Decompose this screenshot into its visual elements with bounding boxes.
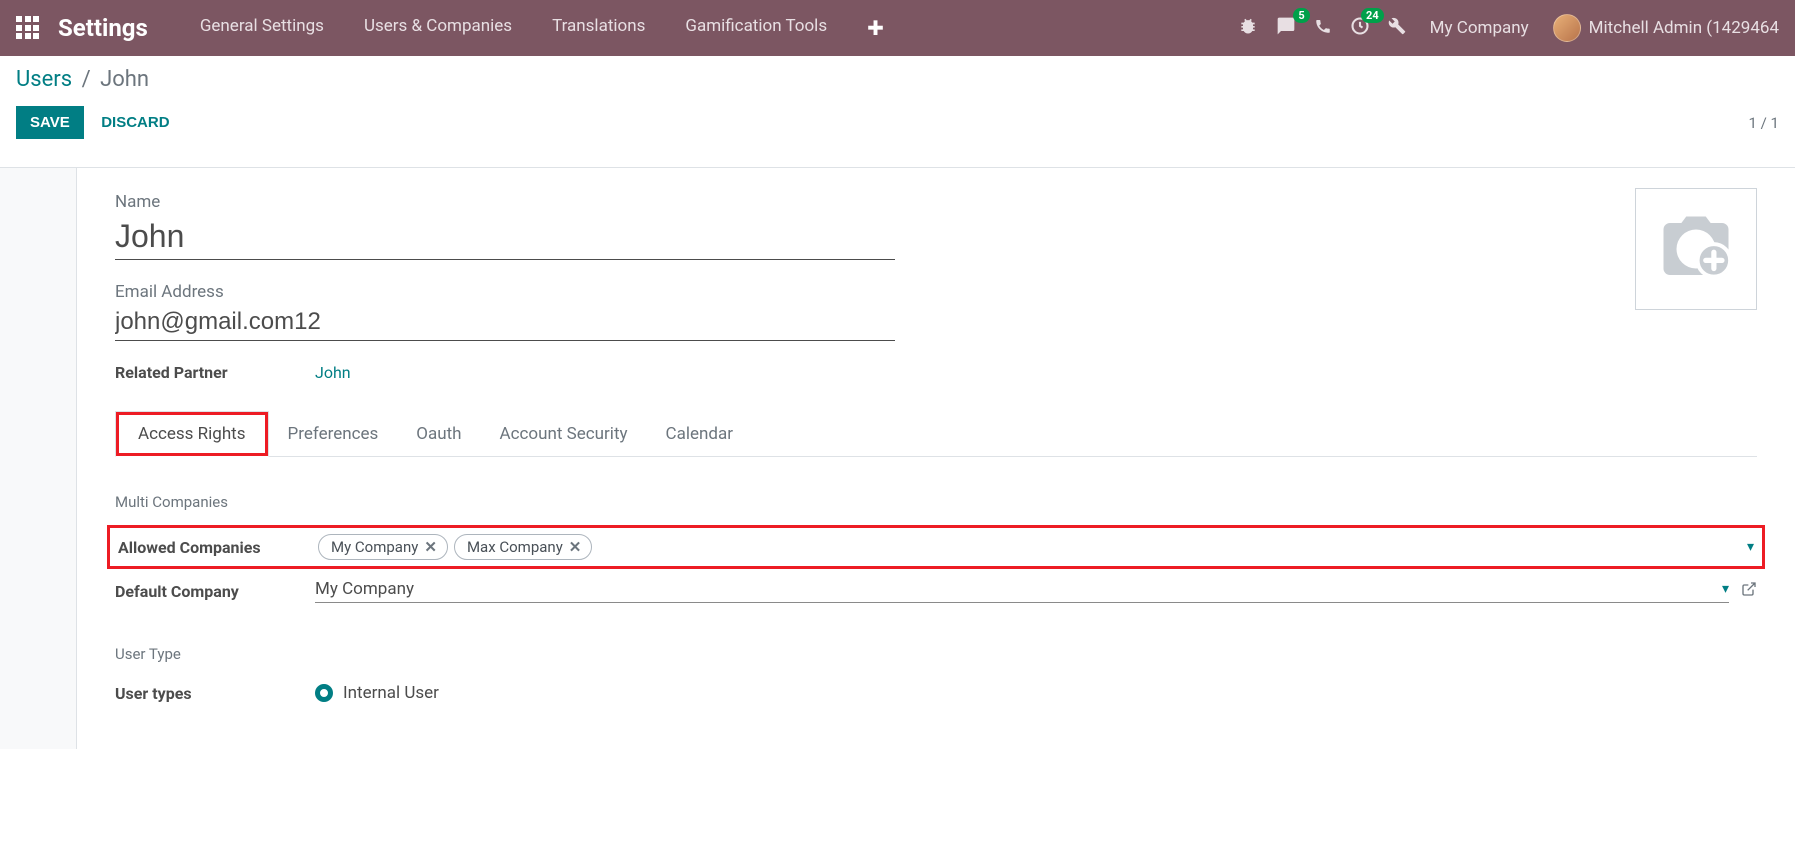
menu-gamification-tools[interactable]: Gamification Tools	[665, 8, 847, 48]
phone-icon[interactable]	[1314, 17, 1332, 40]
tab-calendar[interactable]: Calendar	[647, 411, 752, 457]
app-title: Settings	[58, 14, 148, 42]
section-user-type: User Type	[115, 645, 1757, 663]
related-partner-link[interactable]: John	[315, 363, 351, 382]
related-partner-label: Related Partner	[115, 363, 315, 382]
name-input[interactable]	[115, 216, 895, 260]
save-button[interactable]: SAVE	[16, 106, 84, 139]
name-label: Name	[115, 192, 895, 212]
user-name: Mitchell Admin (1429464	[1589, 18, 1779, 38]
company-switcher[interactable]: My Company	[1424, 18, 1535, 38]
image-upload[interactable]	[1635, 188, 1757, 310]
dropdown-caret-icon[interactable]: ▾	[1722, 581, 1729, 597]
pager[interactable]: 1 / 1	[1749, 114, 1780, 132]
tools-icon[interactable]	[1388, 17, 1406, 40]
allowed-companies-value[interactable]: My Company ✕ Max Company ✕ ▾	[318, 534, 1754, 560]
menu-add-icon[interactable]: ✚	[847, 8, 904, 48]
form-sheet: Name Email Address Related Partner John …	[76, 168, 1795, 749]
tab-oauth[interactable]: Oauth	[397, 411, 480, 457]
default-company-label: Default Company	[115, 582, 315, 601]
form-view: Name Email Address Related Partner John …	[0, 168, 1795, 749]
systray: 5 24 My Company Mitchell Admin (1429464	[1238, 14, 1779, 42]
allowed-companies-label: Allowed Companies	[118, 538, 318, 557]
breadcrumb-current: John	[100, 67, 149, 92]
tab-access-rights[interactable]: Access Rights	[115, 411, 269, 457]
user-menu[interactable]: Mitchell Admin (1429464	[1553, 14, 1779, 42]
email-label: Email Address	[115, 282, 895, 302]
camera-plus-icon	[1657, 210, 1735, 288]
messages-icon[interactable]: 5	[1276, 16, 1296, 41]
menu-users-companies[interactable]: Users & Companies	[344, 8, 532, 48]
avatar	[1553, 14, 1581, 42]
remove-tag-icon[interactable]: ✕	[569, 538, 582, 556]
allowed-companies-row: Allowed Companies My Company ✕ Max Compa…	[107, 525, 1765, 569]
external-link-icon[interactable]	[1741, 581, 1757, 601]
form-gutter	[0, 168, 76, 749]
messages-badge: 5	[1293, 8, 1309, 23]
bug-icon[interactable]	[1238, 16, 1258, 41]
radio-internal-user[interactable]	[315, 684, 333, 702]
tab-account-security[interactable]: Account Security	[481, 411, 647, 457]
tab-preferences[interactable]: Preferences	[269, 411, 398, 457]
section-multi-companies: Multi Companies	[115, 493, 1757, 511]
menu-general-settings[interactable]: General Settings	[180, 8, 344, 48]
default-company-select[interactable]: My Company ▾	[315, 579, 1729, 603]
discard-button[interactable]: DISCARD	[87, 106, 183, 139]
user-types-label: User types	[115, 684, 315, 703]
apps-icon[interactable]	[16, 16, 40, 40]
company-tag: My Company ✕	[318, 534, 448, 560]
main-menu: General Settings Users & Companies Trans…	[180, 8, 904, 48]
activities-badge: 24	[1361, 8, 1384, 23]
email-input[interactable]	[115, 306, 895, 341]
menu-translations[interactable]: Translations	[532, 8, 665, 48]
top-navigation: Settings General Settings Users & Compan…	[0, 0, 1795, 56]
notebook-tabs: Access Rights Preferences Oauth Account …	[115, 410, 1757, 457]
radio-label: Internal User	[343, 683, 439, 703]
dropdown-caret-icon[interactable]: ▾	[1747, 539, 1754, 555]
remove-tag-icon[interactable]: ✕	[424, 538, 437, 556]
breadcrumb-root[interactable]: Users	[16, 67, 72, 92]
control-panel: Users / John SAVE DISCARD 1 / 1	[0, 56, 1795, 168]
user-type-radio-group: Internal User	[315, 683, 439, 703]
breadcrumb: Users / John	[16, 67, 1779, 92]
company-tag: Max Company ✕	[454, 534, 592, 560]
activities-icon[interactable]: 24	[1350, 16, 1370, 41]
